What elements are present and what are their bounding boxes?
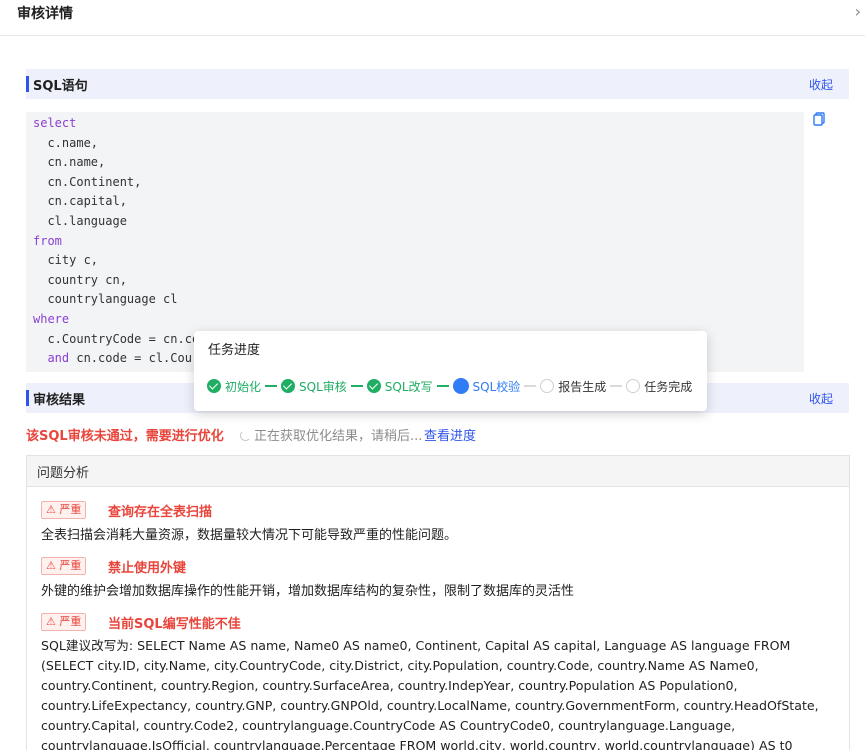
progress-step: 报告生成 bbox=[540, 378, 606, 395]
sql-text: cn.capital, bbox=[33, 194, 127, 209]
sql-text: cn.code = cl.Cour bbox=[69, 351, 200, 366]
loading-text: 正在获取优化结果，请稍后... bbox=[254, 429, 423, 444]
audit-fail-message: 该SQL审核未通过，需要进行优化 bbox=[26, 429, 224, 444]
task-progress-popover: 任务进度 初始化 SQL审核 SQL改写 SQL校验 报告生成 任务完成 bbox=[194, 331, 707, 411]
issue-title: 当前SQL编写性能不佳 bbox=[108, 617, 241, 632]
issue-analysis-panel: 问题分析 ⚠ 严重 查询存在全表扫描 全表扫描会消耗大量资源，数据量较大情况下可… bbox=[26, 455, 850, 750]
code-line: select bbox=[33, 114, 199, 134]
sql-text: c.CountryCode = cn.co bbox=[33, 331, 200, 346]
severity-badge: ⚠ 严重 bbox=[41, 613, 87, 631]
sql-text: cl.language bbox=[33, 213, 127, 228]
step-label: SQL改写 bbox=[384, 379, 433, 394]
progress-steps: 初始化 SQL审核 SQL改写 SQL校验 报告生成 任务完成 bbox=[207, 377, 692, 395]
sql-keyword: and bbox=[33, 351, 70, 366]
step-connector bbox=[436, 385, 449, 387]
section-marker bbox=[26, 76, 29, 92]
code-line: where bbox=[33, 310, 199, 330]
code-line: city c, bbox=[33, 251, 199, 271]
drawer-header: 审核详情 › bbox=[0, 0, 865, 36]
step-connector bbox=[350, 385, 363, 387]
progress-step: SQL改写 bbox=[366, 378, 433, 395]
sql-text: cn.Continent, bbox=[33, 174, 142, 189]
progress-step: 初始化 bbox=[207, 378, 261, 395]
severity-badge: ⚠ 严重 bbox=[41, 557, 87, 575]
issue-description: 全表扫描会消耗大量资源，数据量较大情况下可能导致严重的性能问题。 bbox=[41, 528, 458, 543]
sql-collapse-link[interactable]: 收起 bbox=[809, 76, 833, 93]
code-line: countrylanguage cl bbox=[33, 290, 199, 310]
step-dot-icon bbox=[540, 379, 555, 393]
drawer-title: 审核详情 bbox=[17, 6, 73, 22]
check-icon bbox=[207, 379, 221, 393]
severity-badge: ⚠ 严重 bbox=[41, 501, 87, 519]
sql-text: country cn, bbox=[33, 272, 127, 287]
spinner-icon bbox=[240, 430, 251, 441]
sql-text: city c, bbox=[33, 253, 99, 268]
close-chevron-icon[interactable]: › bbox=[855, 2, 861, 21]
sql-text: cn.name, bbox=[33, 155, 106, 170]
sql-text: c.name, bbox=[33, 135, 99, 150]
sql-text: countrylanguage cl bbox=[33, 292, 178, 307]
step-connector bbox=[265, 385, 278, 387]
sql-section-header: SQL语句 收起 bbox=[26, 69, 849, 99]
sql-keyword: from bbox=[33, 233, 62, 248]
code-line: cn.name, bbox=[33, 153, 199, 173]
loading-status: 正在获取优化结果，请稍后... bbox=[240, 425, 422, 444]
step-label: 报告生成 bbox=[558, 379, 607, 394]
sql-keyword: where bbox=[33, 311, 70, 326]
issue-description: 外键的维护会增加数据库操作的性能开销，增加数据库结构的复杂性，限制了数据库的灵活… bbox=[41, 584, 575, 599]
code-line: cn.capital, bbox=[33, 192, 199, 212]
popover-title: 任务进度 bbox=[208, 343, 261, 358]
code-line: cn.Continent, bbox=[33, 173, 199, 193]
code-line: country cn, bbox=[33, 271, 199, 291]
view-progress-link[interactable]: 查看进度 bbox=[424, 425, 476, 444]
result-collapse-link[interactable]: 收起 bbox=[809, 390, 833, 407]
sql-keyword: select bbox=[33, 116, 77, 130]
progress-step: SQL校验 bbox=[452, 378, 521, 395]
progress-step: 任务完成 bbox=[626, 378, 692, 395]
issue-title: 查询存在全表扫描 bbox=[108, 505, 213, 520]
code-line: c.CountryCode = cn.co bbox=[33, 330, 199, 350]
sql-section-title: SQL语句 bbox=[33, 79, 88, 94]
code-line: from bbox=[33, 232, 199, 252]
code-line: c.name, bbox=[33, 134, 199, 154]
check-icon bbox=[281, 379, 296, 393]
progress-step: SQL审核 bbox=[281, 378, 347, 395]
sql-code: select c.name, cn.name, cn.Continent, cn… bbox=[33, 114, 199, 369]
step-label: SQL审核 bbox=[299, 379, 347, 394]
code-line: and cn.code = cl.Cour bbox=[33, 349, 199, 369]
step-connector bbox=[524, 385, 537, 387]
check-icon bbox=[366, 379, 381, 393]
code-line: cl.language bbox=[33, 212, 199, 232]
step-label: 任务完成 bbox=[644, 379, 693, 394]
section-marker bbox=[26, 390, 29, 406]
issue-title: 禁止使用外键 bbox=[108, 561, 187, 576]
step-label: 初始化 bbox=[225, 379, 262, 394]
sql-rewrite-suggestion: SQL建议改写为: SELECT Name AS name, Name0 AS … bbox=[41, 638, 819, 750]
step-label: SQL校验 bbox=[472, 379, 521, 394]
result-section-title: 审核结果 bbox=[33, 393, 86, 408]
copy-icon[interactable] bbox=[812, 112, 826, 126]
issue-panel-title: 问题分析 bbox=[27, 456, 849, 487]
step-connector bbox=[610, 385, 623, 387]
step-dot-icon bbox=[626, 379, 641, 393]
step-dot-icon bbox=[452, 378, 469, 394]
